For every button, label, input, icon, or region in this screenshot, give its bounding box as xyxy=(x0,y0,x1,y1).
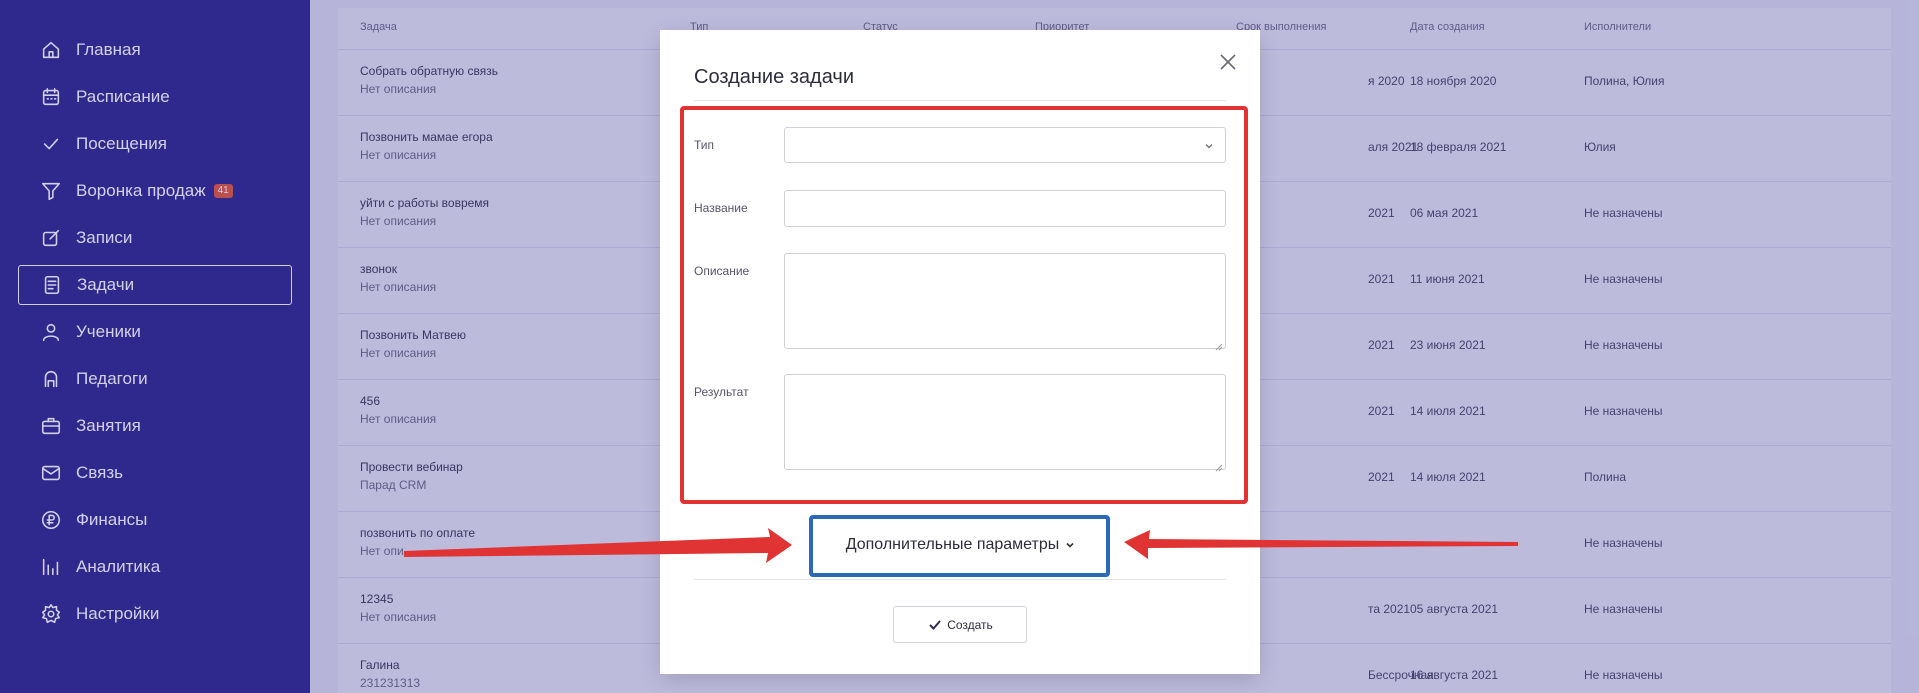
divider xyxy=(694,579,1226,580)
chevron-down-icon xyxy=(1065,540,1075,550)
modal-title: Создание задачи xyxy=(694,66,854,88)
create-button[interactable]: Создать xyxy=(893,606,1027,643)
advanced-parameters-label: Дополнительные параметры xyxy=(845,536,1060,553)
close-icon xyxy=(1220,54,1236,70)
create-button-label: Создать xyxy=(947,617,993,632)
divider xyxy=(694,100,1226,101)
check-icon xyxy=(927,617,943,633)
advanced-parameters-toggle[interactable]: Дополнительные параметры xyxy=(828,532,1093,558)
highlight-red-frame xyxy=(680,106,1248,504)
create-task-modal: Создание задачи Тип Название Описание Ре… xyxy=(660,30,1260,674)
close-button[interactable] xyxy=(1218,52,1238,72)
